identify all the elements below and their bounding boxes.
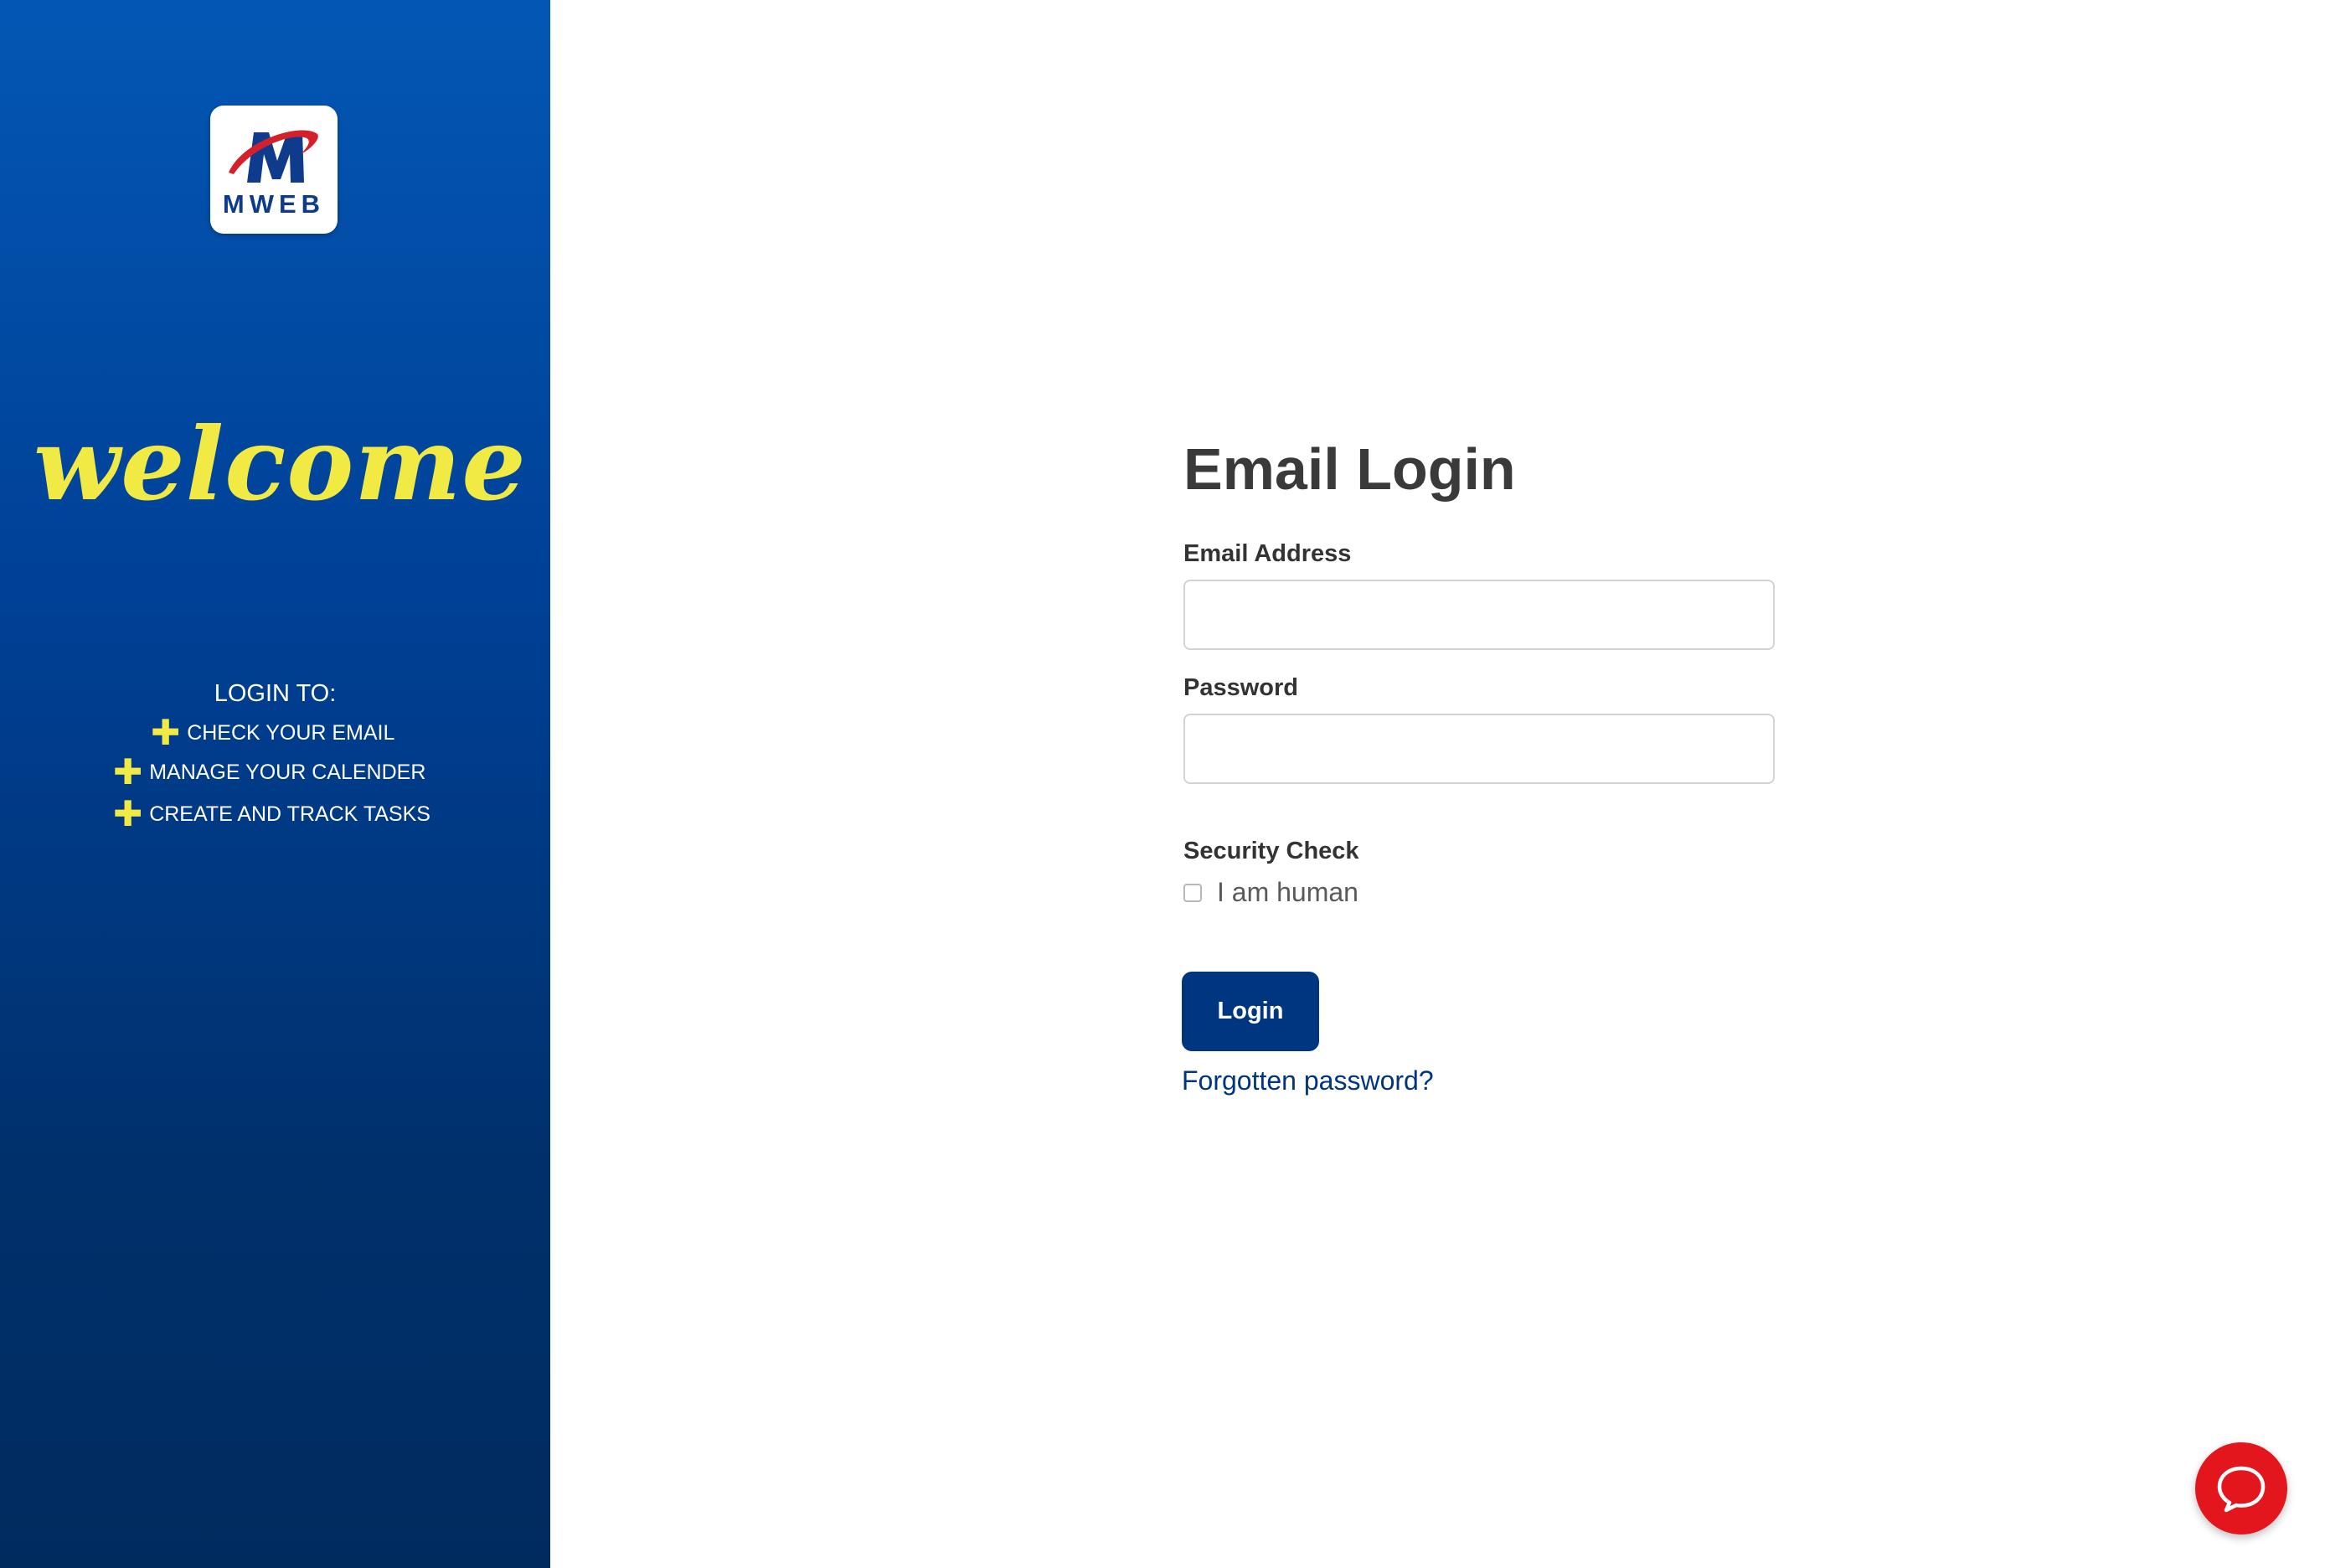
human-checkbox-label[interactable]: I am human xyxy=(1217,877,1358,908)
welcome-heading: welcome xyxy=(34,405,527,524)
page-title: Email Login xyxy=(1183,436,1516,502)
feature-label: MANAGE YOUR CALENDER xyxy=(149,760,426,784)
login-page: MWEB welcome LOGIN TO: ✚ CHECK YOUR EMAI… xyxy=(0,0,2325,1568)
plus-icon: ✚ xyxy=(151,712,181,753)
logo-wordmark: MWEB xyxy=(222,189,326,219)
feature-item-tasks: ✚ CREATE AND TRACK TASKS xyxy=(113,797,430,832)
email-label: Email Address xyxy=(1183,540,1352,567)
human-check-row[interactable]: I am human xyxy=(1183,877,1358,908)
password-label: Password xyxy=(1183,674,1298,701)
security-check-label: Security Check xyxy=(1183,838,1359,864)
login-button[interactable]: Login xyxy=(1182,972,1319,1051)
email-field[interactable] xyxy=(1183,580,1775,650)
feature-item-calender: ✚ MANAGE YOUR CALENDER xyxy=(113,755,425,790)
plus-icon: ✚ xyxy=(113,793,143,834)
plus-icon: ✚ xyxy=(113,751,143,792)
chat-button[interactable] xyxy=(2195,1442,2287,1534)
feature-label: CREATE AND TRACK TASKS xyxy=(149,802,430,826)
feature-label: CHECK YOUR EMAIL xyxy=(187,720,395,745)
forgot-password-link[interactable]: Forgotten password? xyxy=(1182,1065,1434,1096)
feature-item-email: ✚ CHECK YOUR EMAIL xyxy=(151,715,394,750)
password-field[interactable] xyxy=(1183,714,1775,784)
login-to-heading: LOGIN TO: xyxy=(214,680,337,707)
mweb-logo[interactable]: MWEB xyxy=(210,106,338,234)
chat-bubble-icon xyxy=(2217,1466,2266,1513)
sidebar: MWEB welcome LOGIN TO: ✚ CHECK YOUR EMAI… xyxy=(0,0,550,1568)
human-checkbox[interactable] xyxy=(1183,883,1202,902)
